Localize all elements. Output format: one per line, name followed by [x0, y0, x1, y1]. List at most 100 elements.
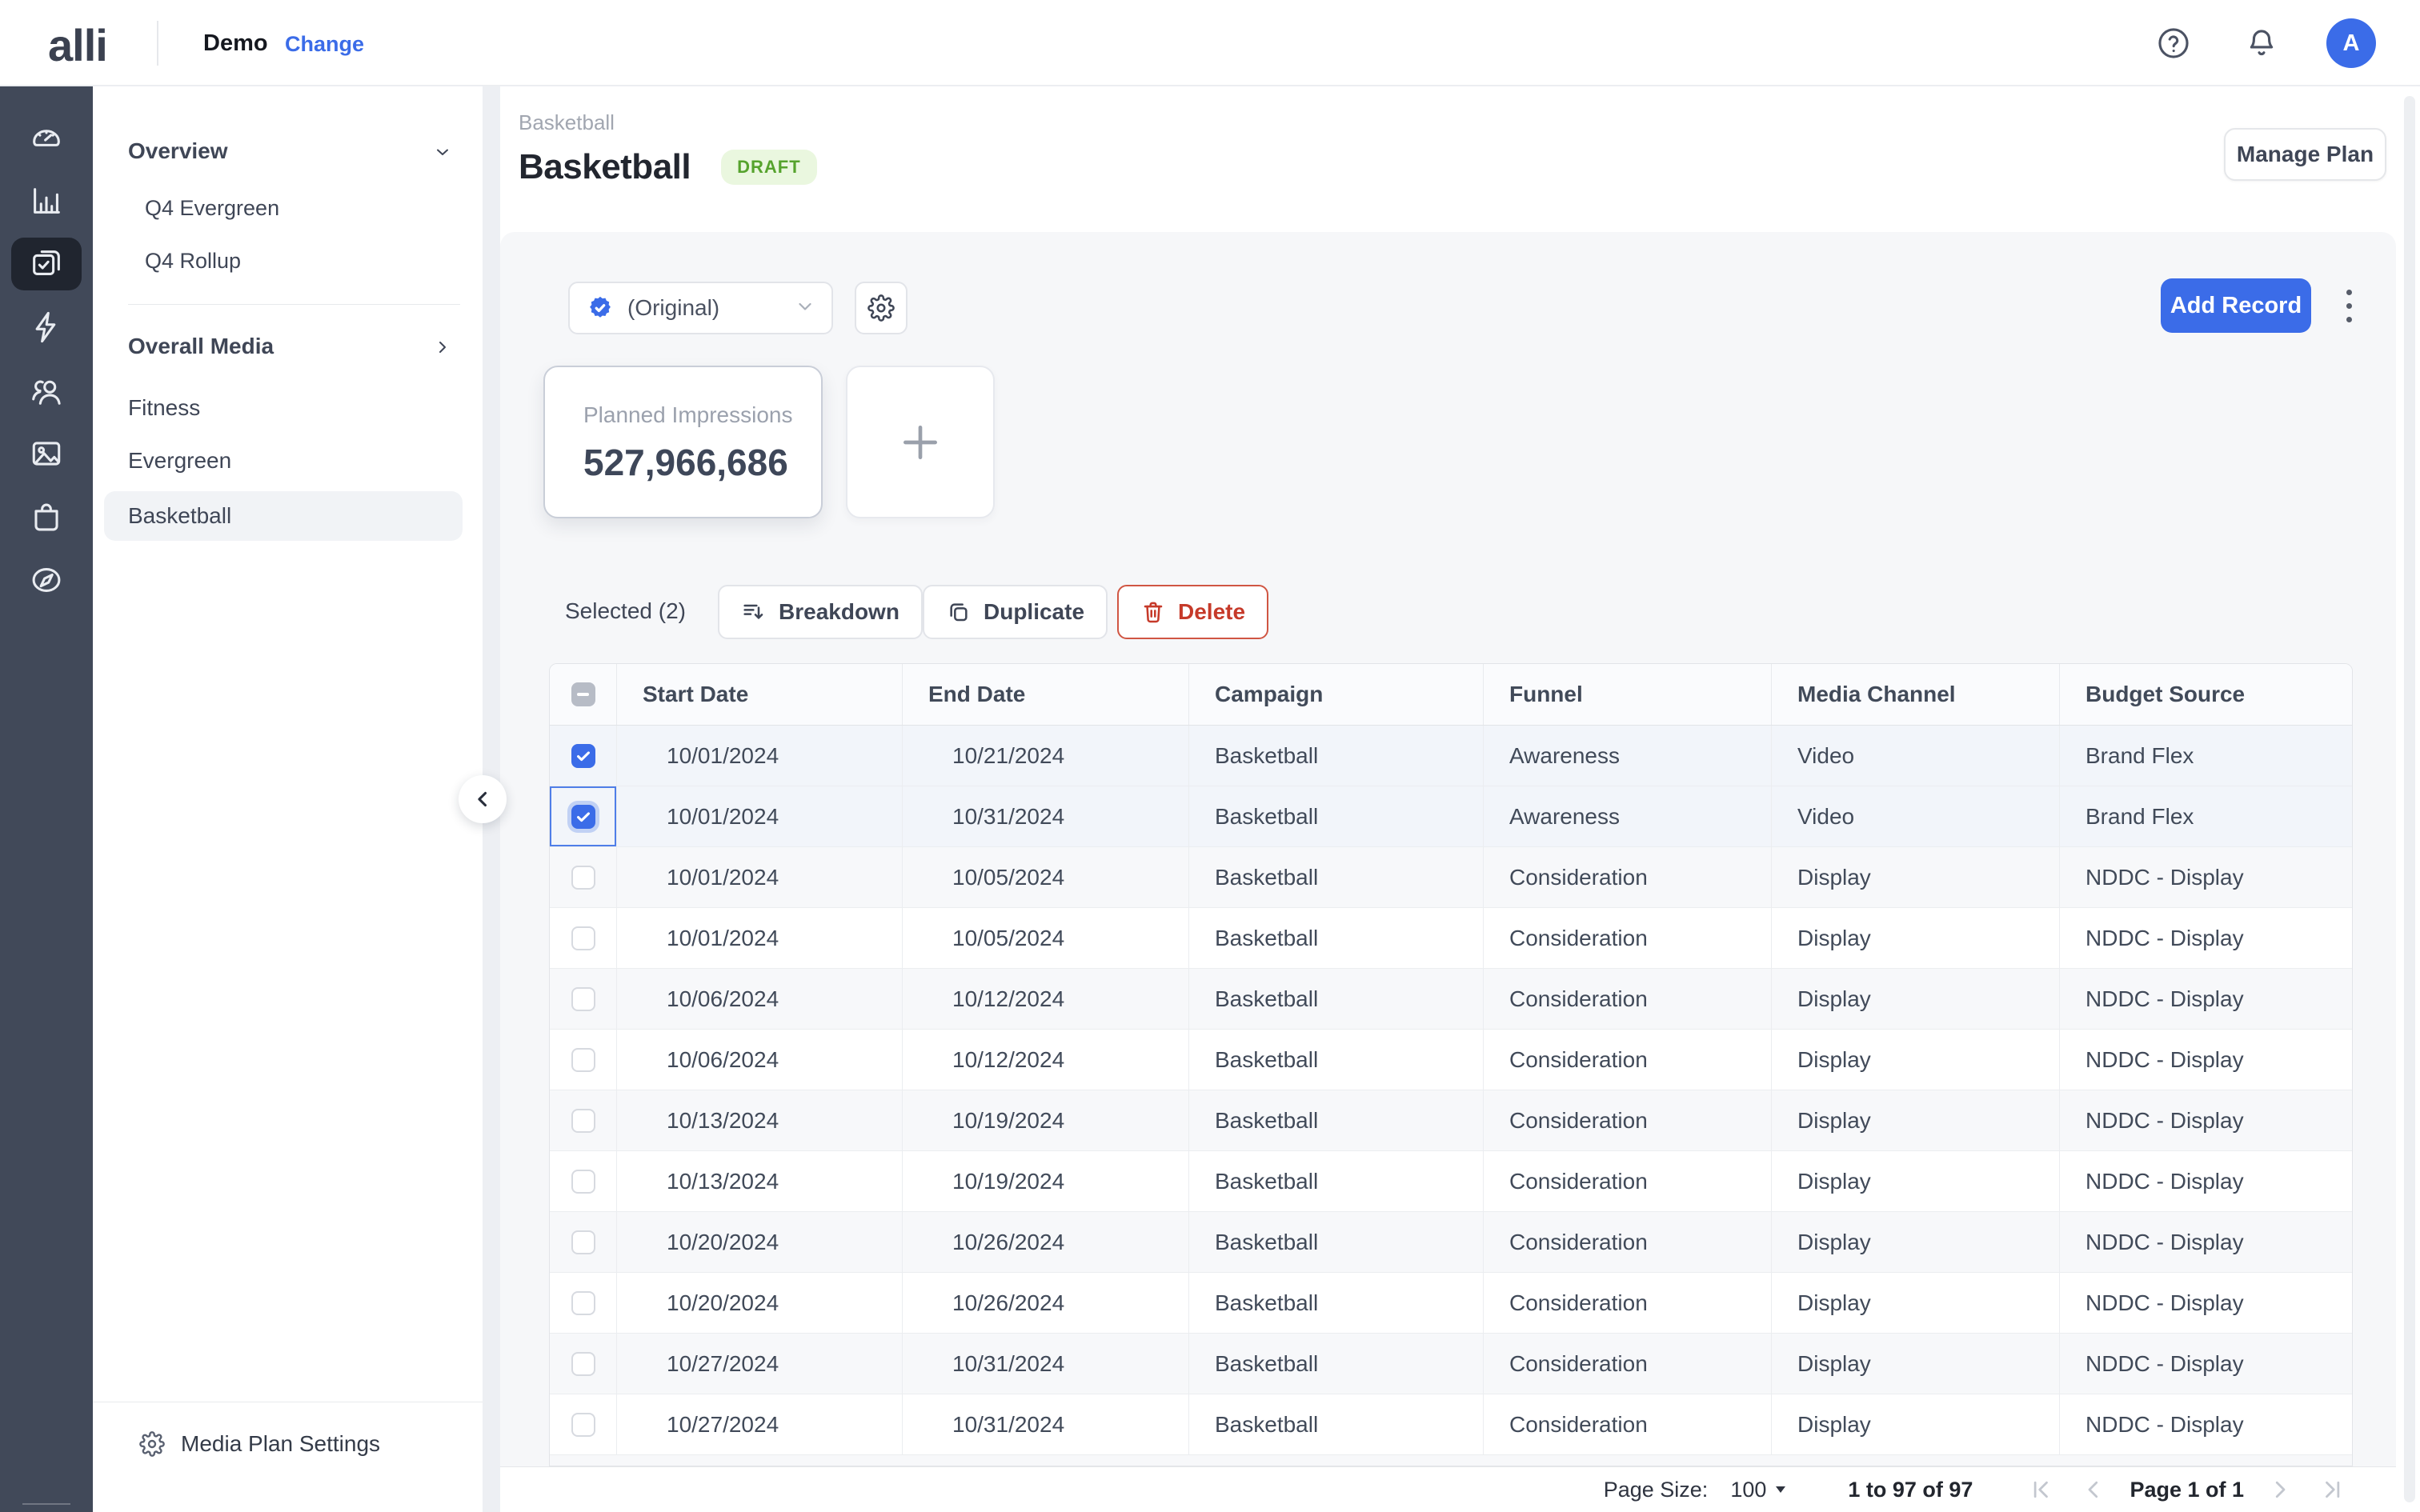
column-header-end-date[interactable]: End Date — [903, 664, 1189, 725]
cell-media-channel[interactable]: Display — [1772, 908, 2060, 968]
cell-start-date[interactable]: 10/01/2024 — [617, 726, 903, 786]
sidebar-item-audiences[interactable] — [11, 364, 82, 417]
help-icon[interactable] — [2156, 26, 2191, 61]
sidebar-item-dashboard[interactable] — [11, 111, 82, 164]
add-metric-card-button[interactable] — [846, 366, 995, 518]
cell-media-channel[interactable]: Display — [1772, 1394, 2060, 1454]
cell-funnel[interactable]: Consideration — [1484, 1273, 1772, 1333]
cell-campaign[interactable]: Basketball — [1189, 908, 1484, 968]
cell-budget-source[interactable]: NDDC - Display — [2060, 1090, 2352, 1150]
cell-end-date[interactable]: 10/31/2024 — [903, 1334, 1189, 1394]
row-checkbox[interactable] — [571, 1109, 595, 1133]
row-checkbox[interactable] — [571, 926, 595, 950]
planned-impressions-card[interactable]: Planned Impressions 527,966,686 — [543, 366, 823, 518]
cell-campaign[interactable]: Basketball — [1189, 969, 1484, 1029]
version-dropdown[interactable]: (Original) — [568, 282, 833, 334]
cell-budget-source[interactable]: NDDC - Display — [2060, 1394, 2352, 1454]
row-checkbox[interactable] — [571, 744, 595, 768]
cell-budget-source[interactable]: NDDC - Display — [2060, 1334, 2352, 1394]
cell-end-date[interactable]: 10/31/2024 — [903, 786, 1189, 846]
cell-end-date[interactable]: 10/19/2024 — [903, 1151, 1189, 1211]
row-checkbox-cell[interactable] — [550, 1212, 617, 1272]
cell-campaign[interactable]: Basketball — [1189, 1212, 1484, 1272]
column-header-media-channel[interactable]: Media Channel — [1772, 664, 2060, 725]
last-page-icon[interactable] — [2321, 1478, 2345, 1502]
select-all-checkbox[interactable] — [571, 682, 595, 706]
row-checkbox[interactable] — [571, 1352, 595, 1376]
cell-budget-source[interactable]: NDDC - Display — [2060, 1151, 2352, 1211]
sidebar-item-commerce[interactable] — [11, 490, 82, 543]
cell-start-date[interactable]: 10/06/2024 — [617, 1030, 903, 1090]
previous-page-icon[interactable] — [2081, 1478, 2105, 1502]
cell-campaign[interactable]: Basketball — [1189, 1273, 1484, 1333]
avatar[interactable]: A — [2326, 18, 2376, 68]
cell-media-channel[interactable]: Display — [1772, 847, 2060, 907]
cell-media-channel[interactable]: Display — [1772, 1030, 2060, 1090]
cell-start-date[interactable]: 10/01/2024 — [617, 847, 903, 907]
cell-funnel[interactable]: Consideration — [1484, 1090, 1772, 1150]
add-record-button[interactable]: Add Record — [2161, 278, 2311, 333]
cell-funnel[interactable]: Awareness — [1484, 726, 1772, 786]
cell-funnel[interactable]: Awareness — [1484, 786, 1772, 846]
next-page-icon[interactable] — [2268, 1478, 2292, 1502]
cell-campaign[interactable]: Basketball — [1189, 1090, 1484, 1150]
row-checkbox-cell[interactable] — [550, 969, 617, 1029]
cell-start-date[interactable]: 10/20/2024 — [617, 1212, 903, 1272]
row-checkbox-cell[interactable] — [550, 1273, 617, 1333]
cell-campaign[interactable]: Basketball — [1189, 1394, 1484, 1454]
sidebar-item-creative[interactable] — [11, 427, 82, 480]
row-checkbox[interactable] — [571, 1230, 595, 1254]
row-checkbox-cell[interactable] — [550, 908, 617, 968]
row-checkbox[interactable] — [571, 1291, 595, 1315]
cell-end-date[interactable]: 10/12/2024 — [903, 969, 1189, 1029]
cell-campaign[interactable]: Basketball — [1189, 1334, 1484, 1394]
cell-funnel[interactable]: Consideration — [1484, 1212, 1772, 1272]
cell-funnel[interactable]: Consideration — [1484, 1151, 1772, 1211]
media-plan-settings-button[interactable]: Media Plan Settings — [93, 1402, 483, 1457]
cell-start-date[interactable]: 10/20/2024 — [617, 1273, 903, 1333]
notifications-icon[interactable] — [2244, 26, 2279, 61]
first-page-icon[interactable] — [2029, 1478, 2053, 1502]
nav-item-fitness[interactable]: Fitness — [93, 385, 483, 431]
cell-end-date[interactable]: 10/21/2024 — [903, 726, 1189, 786]
cell-media-channel[interactable]: Display — [1772, 1334, 2060, 1394]
collapse-nav-button[interactable] — [459, 775, 507, 823]
page-size-select[interactable]: 100 — [1730, 1478, 1787, 1502]
cell-start-date[interactable]: 10/06/2024 — [617, 969, 903, 1029]
cell-funnel[interactable]: Consideration — [1484, 1334, 1772, 1394]
cell-start-date[interactable]: 10/13/2024 — [617, 1151, 903, 1211]
cell-media-channel[interactable]: Display — [1772, 969, 2060, 1029]
column-header-budget-source[interactable]: Budget Source — [2060, 664, 2352, 725]
cell-funnel[interactable]: Consideration — [1484, 908, 1772, 968]
sidebar-item-explore[interactable] — [11, 554, 82, 606]
cell-end-date[interactable]: 10/19/2024 — [903, 1090, 1189, 1150]
cell-start-date[interactable]: 10/01/2024 — [617, 908, 903, 968]
view-settings-button[interactable] — [855, 282, 908, 334]
row-checkbox-cell[interactable] — [550, 1030, 617, 1090]
cell-media-channel[interactable]: Video — [1772, 786, 2060, 846]
row-checkbox[interactable] — [571, 805, 595, 829]
cell-end-date[interactable]: 10/12/2024 — [903, 1030, 1189, 1090]
scrollbar-track[interactable] — [2404, 96, 2415, 1502]
row-checkbox-cell[interactable] — [550, 786, 617, 846]
row-checkbox[interactable] — [571, 866, 595, 890]
row-checkbox-cell[interactable] — [550, 1394, 617, 1454]
cell-media-channel[interactable]: Display — [1772, 1090, 2060, 1150]
nav-item-evergreen[interactable]: Evergreen — [93, 438, 483, 484]
cell-start-date[interactable]: 10/13/2024 — [617, 1090, 903, 1150]
change-workspace-link[interactable]: Change — [285, 32, 364, 57]
column-header-start-date[interactable]: Start Date — [617, 664, 903, 725]
cell-budget-source[interactable]: Brand Flex — [2060, 726, 2352, 786]
column-header-campaign[interactable]: Campaign — [1189, 664, 1484, 725]
row-checkbox[interactable] — [571, 1048, 595, 1072]
row-checkbox-cell[interactable] — [550, 1090, 617, 1150]
nav-item-overview[interactable]: Overview — [93, 128, 483, 174]
duplicate-button[interactable]: Duplicate — [923, 585, 1108, 639]
cell-end-date[interactable]: 10/31/2024 — [903, 1394, 1189, 1454]
cell-funnel[interactable]: Consideration — [1484, 847, 1772, 907]
cell-end-date[interactable]: 10/05/2024 — [903, 908, 1189, 968]
manage-plan-button[interactable]: Manage Plan — [2224, 128, 2386, 181]
cell-start-date[interactable]: 10/27/2024 — [617, 1334, 903, 1394]
cell-end-date[interactable]: 10/26/2024 — [903, 1273, 1189, 1333]
cell-budget-source[interactable]: NDDC - Display — [2060, 1273, 2352, 1333]
